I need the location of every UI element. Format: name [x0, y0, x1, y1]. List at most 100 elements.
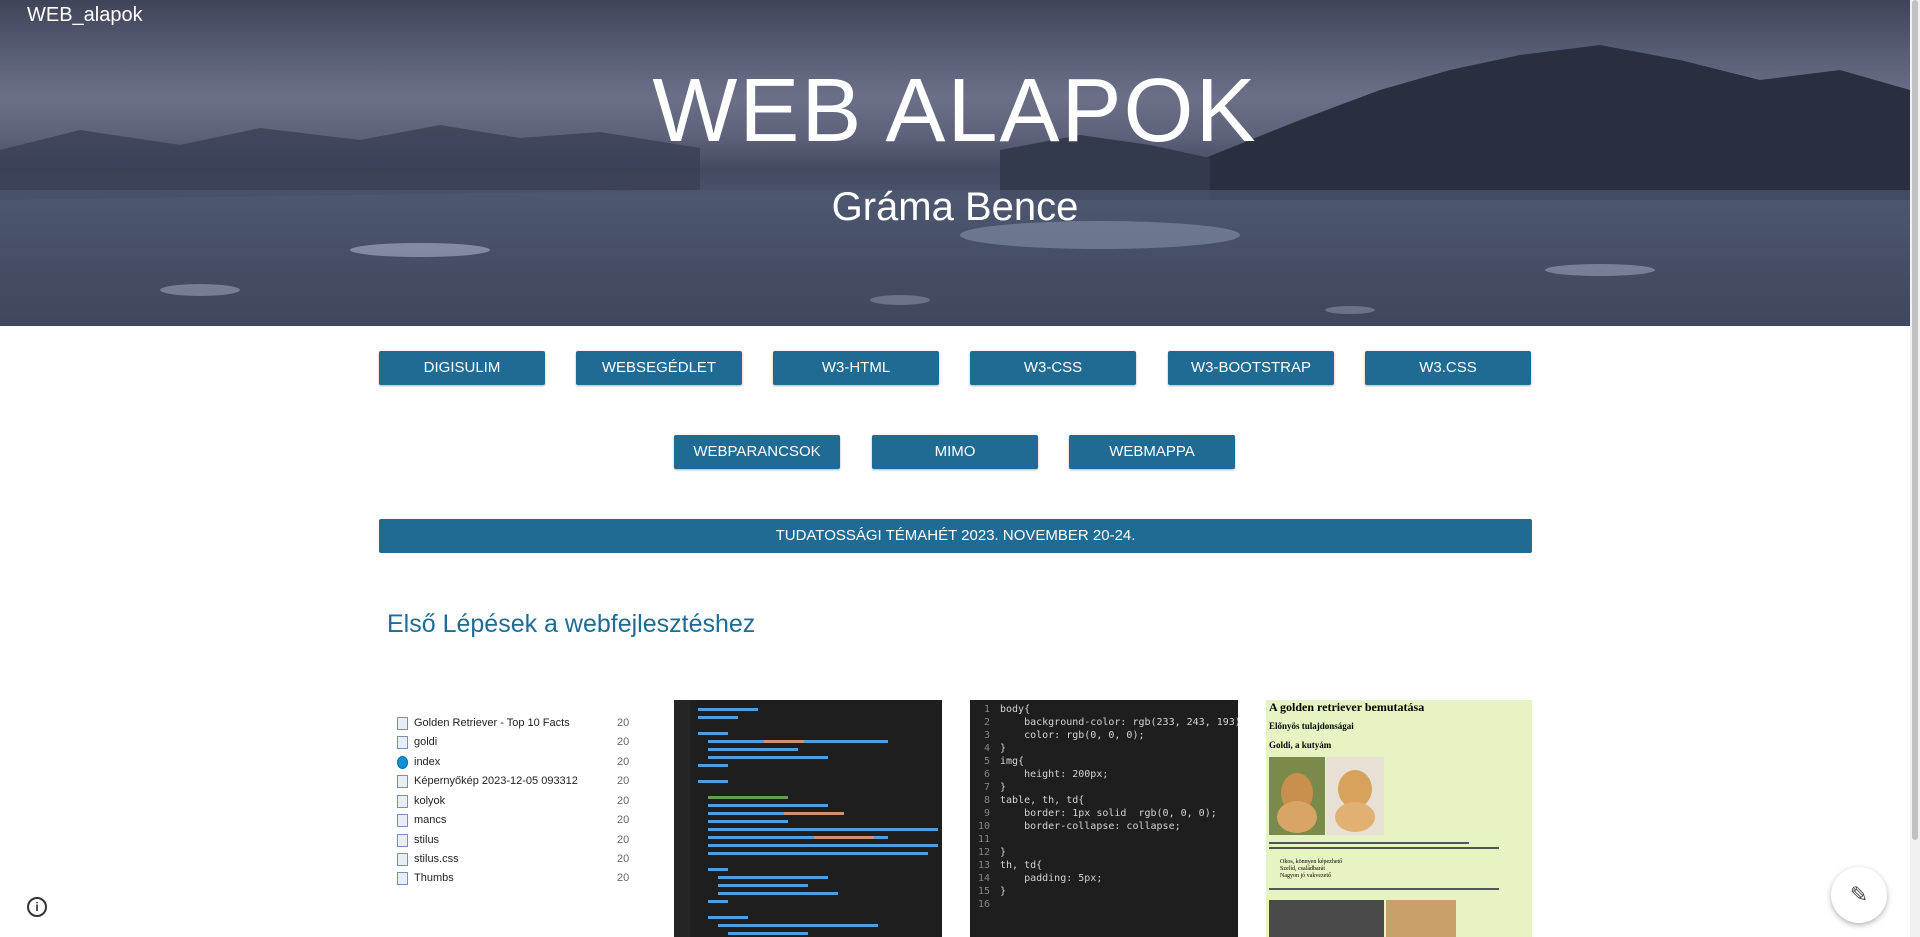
section-heading: Első Lépések a webfejlesztéshez	[387, 610, 756, 638]
nav-button-websegedlet[interactable]: WEBSEGÉDLET	[576, 351, 742, 385]
line-number: 7	[983, 782, 990, 793]
video-thumbnail	[1269, 900, 1384, 937]
preview-bullet: Okos, könnyen képezhető	[1280, 859, 1343, 865]
file-date: 20	[617, 756, 630, 768]
file-name: Képernyőkép 2023-12-05 093312	[414, 775, 578, 787]
file-row: Képernyőkép 2023-12-05 093312 20	[397, 772, 629, 791]
file-explorer-screenshot[interactable]: Golden Retriever - Top 10 Facts 20 goldi 2…	[379, 700, 646, 937]
preview-bullet-list: Okos, könnyen képezhető Szelíd, családba…	[1280, 859, 1342, 880]
code-line: height: 200px;	[1000, 769, 1109, 780]
preview-heading-2: Előnyös tulajdonságai	[1269, 721, 1354, 731]
css-code-screenshot[interactable]: 1 body{ 2 background-color: rgb(233, 243, …	[970, 700, 1238, 937]
file-name: index	[414, 756, 441, 768]
page-scrollbar[interactable]	[1910, 0, 1920, 937]
site-title[interactable]: WEB_alapok	[27, 0, 143, 30]
file-icon	[397, 871, 408, 885]
nav-button-mimo[interactable]: MIMO	[872, 435, 1038, 469]
html-code-screenshot[interactable]	[674, 700, 942, 937]
file-row: Thumbs 20	[397, 869, 629, 888]
code-line: table, th, td{	[1000, 795, 1085, 806]
file-icon	[397, 833, 408, 847]
file-icon	[397, 813, 408, 827]
nav-button-webmappa[interactable]: WEBMAPPA	[1069, 435, 1235, 469]
hero-title: WEB ALAPOK	[652, 61, 1258, 161]
nav-button-webparancsok[interactable]: WEBPARANCSOK	[674, 435, 840, 469]
line-number: 9	[983, 808, 990, 819]
code-line: }	[1000, 782, 1007, 793]
file-row: Golden Retriever - Top 10 Facts 20	[397, 714, 629, 733]
file-row: stilus 20	[397, 831, 629, 850]
file-name: stilus.css	[414, 853, 459, 865]
dog-photo-3	[1386, 900, 1456, 937]
line-number: 15	[977, 886, 990, 897]
file-icon	[397, 716, 408, 730]
line-number: 13	[977, 860, 990, 871]
nav-button-w3-html[interactable]: W3-HTML	[773, 351, 939, 385]
file-date: 20	[617, 872, 630, 884]
file-date: 20	[617, 717, 630, 729]
line-number: 10	[977, 821, 990, 832]
hero-landscape-image	[0, 45, 1910, 326]
scrollbar-thumb[interactable]	[1912, 0, 1918, 840]
file-row: goldi 20	[397, 733, 629, 752]
line-number: 14	[977, 873, 990, 884]
line-number: 11	[977, 834, 990, 845]
file-date: 20	[617, 853, 630, 865]
line-number: 3	[983, 730, 990, 741]
code-line: img{	[1000, 756, 1025, 767]
preview-heading-1: A golden retriever bemutatása	[1269, 700, 1425, 714]
file-date: 20	[617, 775, 630, 787]
line-number: 2	[983, 717, 990, 728]
code-line: padding: 5px;	[1000, 873, 1103, 884]
preview-bullet: Szelíd, családbarát	[1280, 866, 1325, 872]
file-date: 20	[617, 834, 630, 846]
line-number: 6	[983, 769, 990, 780]
file-icon	[397, 774, 408, 788]
line-number: 4	[983, 743, 990, 754]
file-name: goldi	[414, 736, 438, 748]
file-name: kolyok	[414, 795, 446, 807]
code-line: background-color: rgb(233, 243, 193);	[1000, 717, 1238, 728]
file-icon	[397, 794, 408, 808]
event-banner-button[interactable]: TUDATOSSÁGI TÉMAHÉT 2023. NOVEMBER 20-24…	[379, 519, 1532, 553]
line-number: 12	[977, 847, 990, 858]
file-date: 20	[617, 795, 630, 807]
code-line: body{	[1000, 704, 1031, 715]
html-code-image	[674, 700, 938, 937]
preview-heading-3: Goldi, a kutyám	[1269, 740, 1332, 750]
file-row: index 20	[397, 753, 629, 772]
file-row: kolyok 20	[397, 792, 629, 811]
dog-photo-1	[1269, 757, 1325, 835]
preview-footer-text	[1269, 888, 1499, 890]
info-icon[interactable]: i	[27, 897, 47, 917]
code-line: }	[1000, 743, 1007, 754]
file-name: Golden Retriever - Top 10 Facts	[414, 717, 570, 729]
code-line: }	[1000, 886, 1007, 897]
line-number: 8	[983, 795, 990, 806]
line-number: 16	[977, 899, 990, 910]
code-line: }	[1000, 847, 1007, 858]
nav-button-w3-css[interactable]: W3-CSS	[970, 351, 1136, 385]
file-date: 20	[617, 814, 630, 826]
line-number: 1	[983, 704, 990, 715]
preview-paragraph	[1269, 840, 1509, 852]
code-line: border-collapse: collapse;	[1000, 821, 1181, 832]
code-line: border: 1px solid rgb(0, 0, 0);	[1000, 808, 1217, 819]
pencil-icon[interactable]: ✎	[1831, 867, 1887, 923]
nav-button-w3dotcss[interactable]: W3.CSS	[1365, 351, 1531, 385]
nav-button-digisulim[interactable]: DIGISULIM	[379, 351, 545, 385]
edge-icon	[397, 755, 408, 769]
file-icon	[397, 735, 408, 749]
file-name: Thumbs	[414, 872, 454, 884]
hero-banner: WEB ALAPOK Gráma Bence	[0, 0, 1910, 326]
code-line: th, td{	[1000, 860, 1043, 871]
dog-photo-2	[1326, 757, 1384, 835]
preview-bullet: Nagyon jó vakvezető	[1280, 873, 1331, 879]
nav-button-w3-bootstrap[interactable]: W3-BOOTSTRAP	[1168, 351, 1334, 385]
code-line: color: rgb(0, 0, 0);	[1000, 730, 1145, 741]
file-name: mancs	[414, 814, 447, 826]
hero-subtitle: Gráma Bence	[831, 185, 1079, 229]
file-row: stilus.css 20	[397, 850, 629, 869]
file-name: stilus	[414, 834, 440, 846]
page-preview-screenshot[interactable]: A golden retriever bemutatása Előnyös tu…	[1266, 700, 1532, 937]
